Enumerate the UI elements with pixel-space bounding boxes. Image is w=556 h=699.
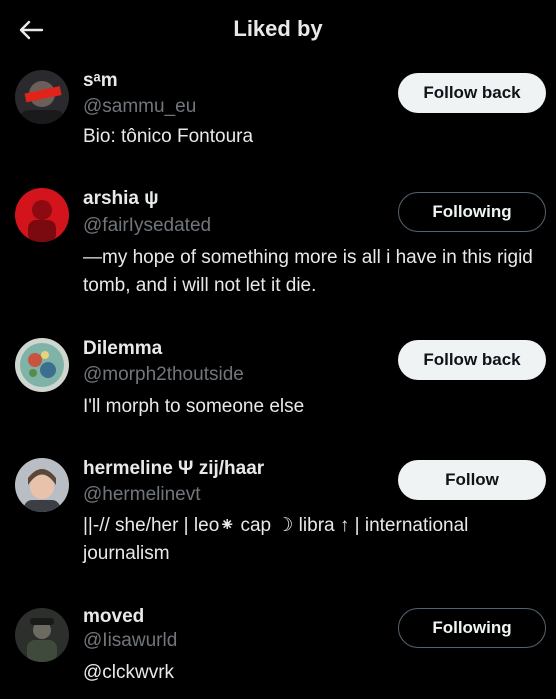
user-bio: Bio: tônico Fontoura: [83, 126, 254, 147]
user-name[interactable]: Dilemma: [83, 338, 162, 360]
follow-button[interactable]: Follow: [398, 460, 546, 500]
user-handle[interactable]: @morph2thoutside: [83, 364, 244, 386]
top-bar: Liked by: [0, 0, 556, 62]
avatar[interactable]: [15, 608, 69, 662]
follow-back-button[interactable]: Follow back: [398, 340, 546, 380]
following-button[interactable]: Following: [398, 608, 546, 648]
avatar[interactable]: [15, 458, 69, 512]
avatar[interactable]: [15, 188, 69, 242]
user-handle[interactable]: @Iisawurld: [83, 630, 177, 652]
follow-back-button[interactable]: Follow back: [398, 73, 546, 113]
user-handle[interactable]: @fairIysedated: [83, 215, 211, 237]
user-bio: I'll morph to someone else: [83, 396, 305, 417]
user-row[interactable]: arshia ψ @fairIysedated —my hope of some…: [0, 180, 556, 310]
user-bio: @clckwvrk: [83, 662, 175, 683]
user-name[interactable]: hermeline Ψ zij/haar: [83, 458, 264, 480]
user-row[interactable]: Dilemma @morph2thoutside I'll morph to s…: [0, 330, 556, 430]
avatar[interactable]: [15, 338, 69, 392]
avatar[interactable]: [15, 70, 69, 124]
user-name[interactable]: sᵃm: [83, 70, 118, 92]
user-bio: ||-// she/her | leo⁕ cap ☽ libra ↑ | int…: [83, 515, 469, 564]
user-handle[interactable]: @sammu_eu: [83, 96, 196, 118]
page-title: Liked by: [233, 16, 323, 41]
user-name[interactable]: arshia ψ: [83, 188, 159, 210]
user-bio: —my hope of something more is all i have…: [83, 247, 533, 296]
user-row[interactable]: moved @Iisawurld @clckwvrk Following: [0, 598, 556, 698]
following-button[interactable]: Following: [398, 192, 546, 232]
user-handle[interactable]: @hermelinevt: [83, 484, 201, 506]
user-row[interactable]: sᵃm @sammu_eu Bio: tônico Fontoura Follo…: [0, 62, 556, 170]
user-name[interactable]: moved: [83, 606, 144, 628]
user-row[interactable]: hermeline Ψ zij/haar @hermelinevt ||-// …: [0, 450, 556, 580]
